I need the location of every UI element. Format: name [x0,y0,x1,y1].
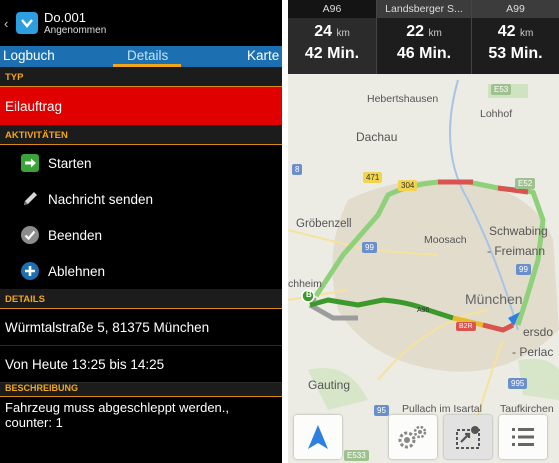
route-directions-icon [456,426,480,449]
section-typ-header: TYP [0,67,282,87]
route-alternatives: A96 24 km 42 Min. Landsberger S... 22 km… [288,0,559,74]
place-pullach: Pullach im Isartal [402,403,482,415]
road-shield-8: 8 [292,164,303,175]
action-send-message[interactable]: Nachricht senden [0,181,282,217]
action-decline-label: Ablehnen [48,263,106,279]
section-description-header: BESCHREIBUNG [0,383,282,397]
detail-time: Von Heute 13:25 bis 14:25 [0,346,282,383]
place-freimann: - Freimann [487,244,546,258]
duration-unit: Min. [510,45,543,62]
directions-button[interactable] [444,415,492,459]
route-option-landsberger[interactable]: Landsberger S... 22 km 46 Min. [377,0,472,74]
tab-karte[interactable]: Karte [247,48,279,63]
route-name: A96 [288,0,376,18]
route-duration: 53 [488,45,507,62]
place-moosach: Moosach [424,234,467,246]
road-shield-e53: E53 [491,84,512,95]
place-hebertshausen: Hebertshausen [367,93,439,105]
action-finish[interactable]: Beenden [0,217,282,253]
navigate-button[interactable] [294,415,342,459]
duration-unit: Min. [327,45,360,62]
route-duration: 42 [304,45,323,62]
route-option-a99[interactable]: A99 42 km 53 Min. [472,0,559,74]
action-send-message-label: Nachricht senden [48,191,154,207]
place-lohhof: Lohhof [480,108,513,120]
route-option-a96[interactable]: A96 24 km 42 Min. [288,0,377,74]
route-name: Landsberger S... [377,0,471,18]
action-start[interactable]: Starten [0,145,282,181]
start-marker-label: B [306,290,312,299]
place-ersdo: ersdo [523,325,554,339]
distance-unit: km [336,28,350,39]
road-shield-e52: E52 [515,178,536,189]
job-title: Do.001 [44,9,86,25]
tab-details[interactable]: Details [127,48,168,63]
map-panel[interactable]: Hebertshausen Lohhof Dachau Gröbenzell M… [288,0,559,463]
road-label-b2r: B2R [456,322,476,331]
action-bar: ‹ Do.001 Angenommen [0,0,282,46]
job-status: Angenommen [44,24,107,36]
tab-indicator [113,64,181,67]
action-finish-label: Beenden [48,227,103,243]
arrow-right-icon [20,153,40,173]
action-start-label: Starten [48,155,92,171]
navigation-arrow-icon [308,425,328,449]
action-decline[interactable]: Ablehnen [0,253,282,289]
road-shield-304: 304 [398,180,418,191]
list-icon [512,428,534,446]
road-shield-99a: 99 [362,242,377,253]
detail-address[interactable]: Würmtalstraße 5, 81375 München [0,309,282,346]
duration-unit: Min. [419,45,452,62]
distance-unit: km [428,28,442,39]
list-view-button[interactable] [499,415,547,459]
road-shield-471: 471 [363,172,383,183]
place-schwabing: Schwabing [489,224,548,238]
route-distance: 22 [406,23,424,40]
map-controls [288,415,559,463]
section-activities-header: AKTIVITÄTEN [0,125,282,145]
job-type: Eilauftrag [0,87,282,125]
tab-logbuch[interactable]: Logbuch [3,48,55,63]
place-taufkirchen: Taufkirchen [500,403,554,415]
place-gauting: Gauting [308,378,351,392]
check-icon [20,225,40,245]
gears-icon [398,425,427,449]
place-muenchen: München [465,291,523,307]
road-shield-99b: 99 [516,264,531,275]
place-groebenzell: Gröbenzell [296,218,352,230]
description-text: Fahrzeug muss abgeschleppt werden., coun… [5,400,230,430]
app-logo-icon[interactable] [16,12,38,34]
road-label-a96: A96 [417,307,430,314]
pencil-icon [20,189,40,209]
route-duration: 46 [396,45,415,62]
route-distance: 42 [497,23,516,40]
route-options-button[interactable] [389,415,437,459]
place-dachau: Dachau [356,130,398,144]
job-detail-panel: ‹ Do.001 Angenommen Logbuch Details Kart… [0,0,282,463]
distance-unit: km [519,28,534,39]
section-details-header: DETAILS [0,289,282,309]
plus-icon [20,261,40,281]
place-perlach: - Perlac [512,345,554,359]
route-distance: 24 [314,23,332,40]
tab-bar: Logbuch Details Karte [0,46,282,67]
back-icon[interactable]: ‹ [4,16,14,31]
road-shield-995: 995 [508,378,528,389]
route-name: A99 [472,0,559,18]
